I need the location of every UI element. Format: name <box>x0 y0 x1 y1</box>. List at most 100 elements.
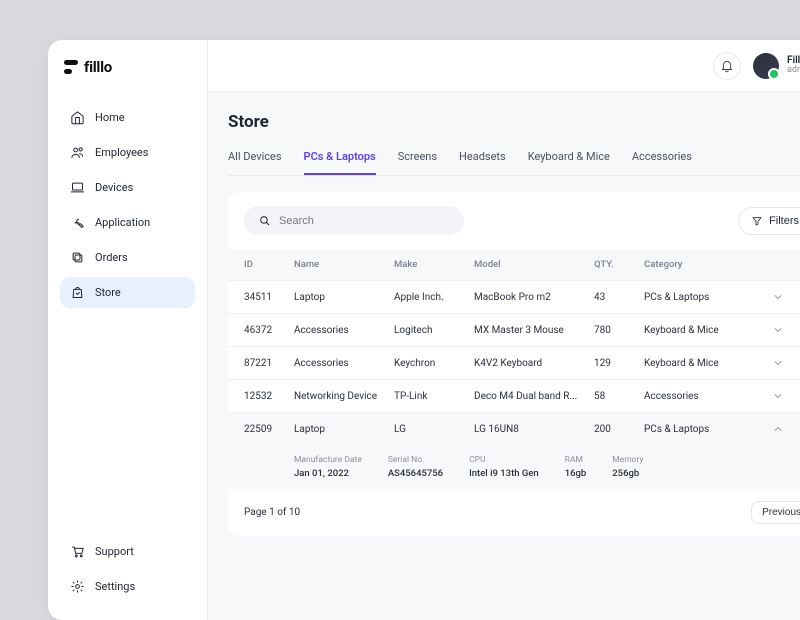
tabs: All Devices PCs & Laptops Screens Headse… <box>228 150 800 176</box>
nav-label: Employees <box>95 146 148 159</box>
cell-model: Deco M4 Dual band R... <box>474 391 594 402</box>
expand-toggle[interactable] <box>754 390 784 402</box>
chevron-up-icon <box>772 423 784 435</box>
logo-mark-icon <box>64 60 78 74</box>
avatar <box>753 53 779 79</box>
user-menu[interactable]: Filllo admin <box>753 53 800 79</box>
cell-category: Keyboard & Mice <box>644 325 754 336</box>
chevron-down-icon <box>772 324 784 336</box>
cell-make: Keychron <box>394 358 474 369</box>
bell-icon <box>720 59 734 73</box>
detail-label: Serial No. <box>388 455 443 465</box>
chevron-down-icon <box>772 390 784 402</box>
sidebar-item-employees[interactable]: Employees <box>60 137 195 168</box>
cell-id: 46372 <box>244 325 294 336</box>
app-window: filllo Home Employees Devices Applicatio… <box>48 40 800 620</box>
nav-main: Home Employees Devices Application Order… <box>60 102 195 308</box>
table-row[interactable]: 12532 Networking Device TP-Link Deco M4 … <box>228 379 800 412</box>
table-row[interactable]: 34511 Laptop Apple Inch. MacBook Pro m2 … <box>228 280 800 313</box>
brand-name: filllo <box>84 58 112 76</box>
cell-make: Apple Inch. <box>394 292 474 303</box>
tab-headsets[interactable]: Headsets <box>459 150 506 175</box>
nav-label: Devices <box>95 181 133 194</box>
detail-label: RAM <box>565 455 587 465</box>
detail-ram: RAM 16gb <box>565 455 587 479</box>
detail-value: 256gb <box>612 468 643 479</box>
pagination: Page 1 of 10 Previous <box>228 489 800 526</box>
expand-toggle[interactable] <box>754 291 784 303</box>
sidebar-item-application[interactable]: Application <box>60 207 195 238</box>
col-name: Name <box>294 259 394 270</box>
sidebar-item-orders[interactable]: Orders <box>60 242 195 273</box>
tab-pcs-laptops[interactable]: PCs & Laptops <box>304 150 376 175</box>
col-model: Model <box>474 259 594 270</box>
tab-accessories[interactable]: Accessories <box>632 150 692 175</box>
detail-label: Manufacture Date <box>294 455 362 465</box>
col-qty: QTY. <box>594 259 644 270</box>
cell-name: Laptop <box>294 292 394 303</box>
cell-name: Laptop <box>294 424 394 435</box>
cell-id: 34511 <box>244 292 294 303</box>
panel-head: Filters <box>228 206 800 249</box>
detail-value: Intel i9 13th Gen <box>469 468 539 479</box>
filter-icon <box>751 215 763 227</box>
expand-toggle[interactable] <box>754 423 784 435</box>
detail-cpu: CPU Intel i9 13th Gen <box>469 455 539 479</box>
sidebar-item-settings[interactable]: Settings <box>60 571 195 602</box>
cart-icon <box>70 544 85 559</box>
cell-category: PCs & Laptops <box>644 292 754 303</box>
main-area: Filllo admin Store All Devices PCs & Lap… <box>208 40 800 620</box>
brand-logo[interactable]: filllo <box>60 58 195 76</box>
store-table: ID Name Make Model QTY. Category 34511 L… <box>228 249 800 489</box>
previous-button[interactable]: Previous <box>751 501 800 524</box>
sidebar-item-home[interactable]: Home <box>60 102 195 133</box>
gear-icon <box>70 579 85 594</box>
detail-date: Manufacture Date Jan 01, 2022 <box>294 455 362 479</box>
cell-qty: 200 <box>594 424 644 435</box>
col-make: Make <box>394 259 474 270</box>
cell-name: Accessories <box>294 358 394 369</box>
users-icon <box>70 145 85 160</box>
notifications-button[interactable] <box>713 52 741 80</box>
cell-make: TP-Link <box>394 391 474 402</box>
nav-label: Settings <box>95 580 135 593</box>
table-row[interactable]: 46372 Accessories Logitech MX Master 3 M… <box>228 313 800 346</box>
cell-qty: 43 <box>594 292 644 303</box>
topbar: Filllo admin <box>208 40 800 92</box>
detail-value: Jan 01, 2022 <box>294 468 362 479</box>
col-id: ID <box>244 259 294 270</box>
sidebar-item-support[interactable]: Support <box>60 536 195 567</box>
nav-label: Orders <box>95 251 128 264</box>
filters-label: Filters <box>769 215 799 227</box>
row-detail: Manufacture Date Jan 01, 2022 Serial No.… <box>228 445 800 489</box>
detail-memory: Memory 256gb <box>612 455 643 479</box>
tab-keyboard-mice[interactable]: Keyboard & Mice <box>528 150 610 175</box>
table-panel: Filters ID Name Make Model QTY. Category <box>228 192 800 536</box>
table-header: ID Name Make Model QTY. Category <box>228 249 800 280</box>
expand-toggle[interactable] <box>754 324 784 336</box>
table-row[interactable]: 87221 Accessories Keychron K4V2 Keyboard… <box>228 346 800 379</box>
sidebar-item-devices[interactable]: Devices <box>60 172 195 203</box>
home-icon <box>70 110 85 125</box>
table-row[interactable]: 22509 Laptop LG LG 16UN8 200 PCs & Lapto… <box>228 412 800 445</box>
expand-toggle[interactable] <box>754 357 784 369</box>
detail-serial: Serial No. AS45645756 <box>388 455 443 479</box>
search-box[interactable] <box>244 206 464 235</box>
chevron-down-icon <box>772 357 784 369</box>
content: Store All Devices PCs & Laptops Screens … <box>208 92 800 536</box>
cell-model: K4V2 Keyboard <box>474 358 594 369</box>
sidebar-item-store[interactable]: Store <box>60 277 195 308</box>
tab-screens[interactable]: Screens <box>398 150 437 175</box>
filters-button[interactable]: Filters <box>738 207 800 235</box>
user-meta: Filllo admin <box>787 55 800 76</box>
detail-label: CPU <box>469 455 539 465</box>
search-input[interactable] <box>279 215 450 227</box>
cell-category: PCs & Laptops <box>644 424 754 435</box>
tab-all-devices[interactable]: All Devices <box>228 150 282 175</box>
copy-icon <box>70 250 85 265</box>
bag-icon <box>70 285 85 300</box>
nav-label: Application <box>95 216 150 229</box>
detail-value: 16gb <box>565 468 587 479</box>
wrench-icon <box>70 215 85 230</box>
detail-value: AS45645756 <box>388 468 443 479</box>
